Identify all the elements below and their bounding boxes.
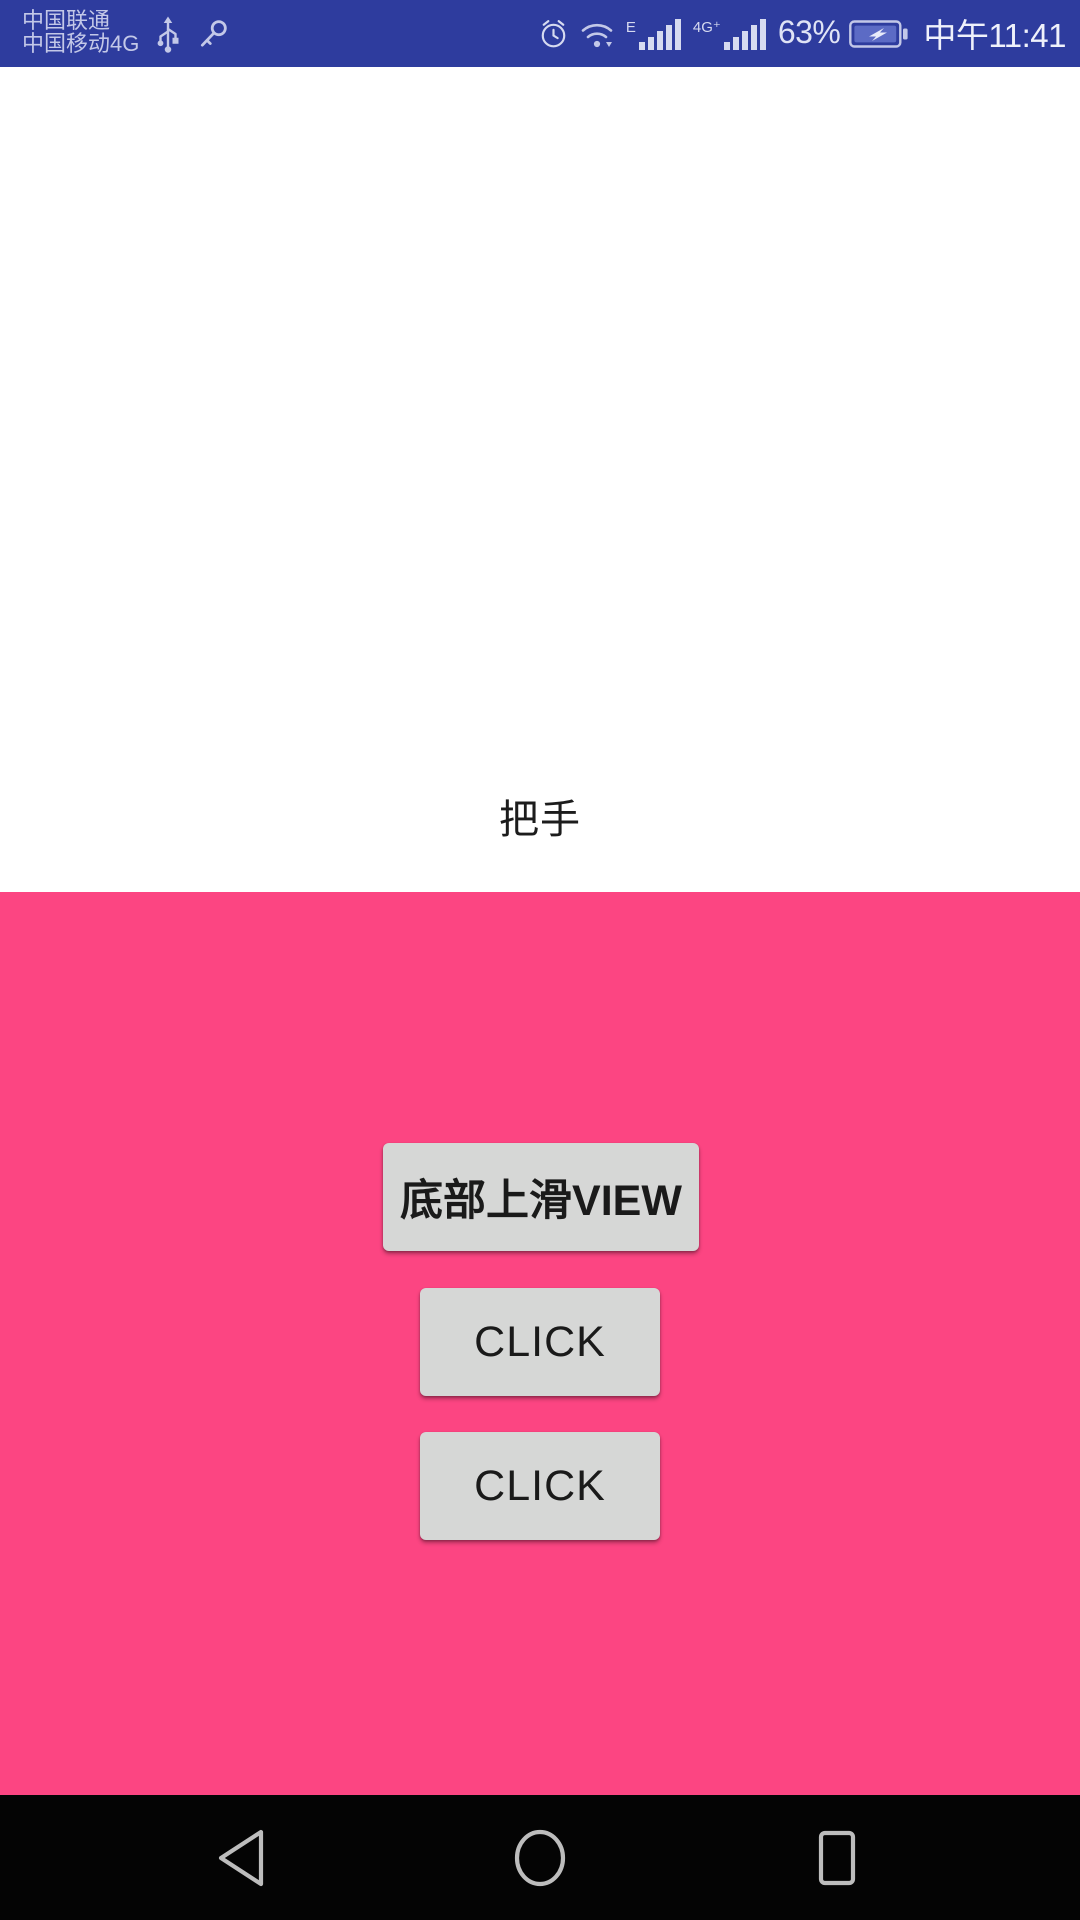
signal-4gplus-icon: 4G⁺ bbox=[693, 17, 769, 51]
status-bar-right: E 4G⁺ 63% 中午11:41 bbox=[537, 10, 1066, 58]
battery-charging-icon bbox=[849, 19, 908, 48]
carrier-line-2: 中国移动4G bbox=[22, 30, 140, 56]
android-navigation-bar bbox=[0, 1795, 1080, 1920]
square-icon bbox=[818, 1830, 856, 1885]
network-type-label-2: 4G⁺ bbox=[692, 18, 721, 36]
status-bar-clock: 中午11:41 bbox=[923, 16, 1066, 54]
triangle-left-icon bbox=[218, 1829, 264, 1886]
nav-home-button[interactable] bbox=[442, 1795, 638, 1920]
alarm-icon bbox=[541, 20, 566, 48]
drawer-handle-label[interactable]: 把手 bbox=[0, 800, 1080, 840]
phone-screen: 中国联通 中国移动4G E 4G⁺ 63% 中午11:41 把手 底部上滑VIE… bbox=[0, 0, 1080, 1920]
circle-icon bbox=[514, 1829, 566, 1886]
status-bar: 中国联通 中国移动4G E 4G⁺ 63% 中午11:41 bbox=[0, 0, 1080, 67]
status-bar-left: 中国联通 中国移动4G bbox=[22, 8, 231, 56]
nav-spacer-1 bbox=[341, 1857, 442, 1858]
network-type-label-1: E bbox=[625, 18, 636, 36]
click-button-1[interactable]: CLICK bbox=[420, 1288, 660, 1396]
click-button-2[interactable]: CLICK bbox=[420, 1432, 660, 1540]
usb-icon bbox=[157, 16, 179, 53]
carrier-labels: 中国联通 中国移动4G bbox=[22, 8, 140, 56]
wifi-icon bbox=[581, 23, 613, 47]
signal-e-icon: E bbox=[626, 17, 684, 51]
vpn-key-icon bbox=[201, 19, 228, 47]
carrier-line-1: 中国联通 bbox=[22, 8, 111, 34]
battery-percent-label: 63% bbox=[777, 14, 841, 50]
nav-recents-button[interactable] bbox=[739, 1795, 935, 1920]
bottom-slide-view-button[interactable]: 底部上滑VIEW bbox=[383, 1143, 699, 1251]
nav-spacer-2 bbox=[638, 1857, 739, 1858]
bottom-sliding-panel[interactable]: 底部上滑VIEW CLICK CLICK bbox=[0, 892, 1080, 1795]
nav-back-button[interactable] bbox=[145, 1795, 341, 1920]
main-content-panel: 把手 bbox=[0, 67, 1080, 892]
